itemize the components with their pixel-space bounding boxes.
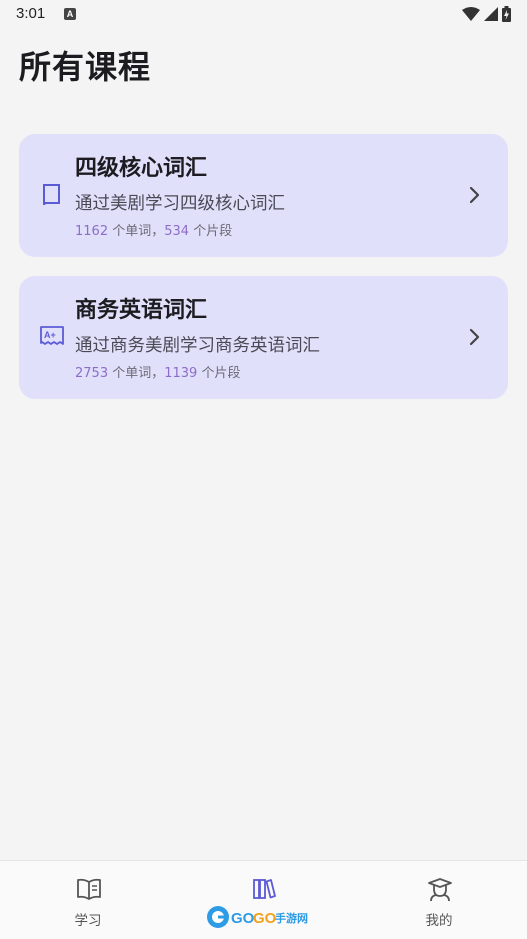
course-card-business[interactable]: A+ 商务英语词汇 通过商务美剧学习商务英语词汇 2753 个单词，1139 个… [19, 276, 508, 399]
grade-a-plus-icon: A+ [40, 326, 64, 345]
library-books-icon [253, 879, 276, 899]
chevron-right-icon [469, 186, 480, 204]
word-count: 1162 [75, 224, 109, 239]
course-stats: 2753 个单词，1139 个片段 [75, 362, 240, 381]
course-title: 商务英语词汇 [75, 298, 208, 323]
course-title: 四级核心词汇 [75, 156, 208, 181]
status-bar: 3:01 A [0, 0, 527, 28]
course-description: 通过美剧学习四级核心词汇 [75, 194, 285, 214]
svg-text:A+: A+ [44, 330, 56, 340]
word-count-suffix: 个单词， [108, 366, 165, 381]
status-icons [462, 6, 511, 22]
clip-count-suffix: 个片段 [197, 366, 241, 381]
watermark-logo: GO GO 手游网 [207, 906, 308, 928]
open-book-icon [77, 878, 101, 900]
course-description: 通过商务美剧学习商务英语词汇 [75, 336, 320, 356]
nav-label-profile: 我的 [425, 913, 453, 929]
word-count: 2753 [75, 366, 109, 381]
clip-count-suffix: 个片段 [189, 224, 233, 239]
graduate-icon [428, 878, 452, 901]
course-stats: 1162 个单词，534 个片段 [75, 220, 232, 239]
svg-text:GO: GO [231, 910, 255, 927]
nav-item-study[interactable]: 学习 [28, 861, 148, 939]
course-card-cet4[interactable]: 四级核心词汇 通过美剧学习四级核心词汇 1162 个单词，534 个片段 [19, 134, 508, 257]
battery-charging-icon [502, 6, 511, 22]
svg-text:GO: GO [253, 910, 277, 927]
nav-item-profile[interactable]: 我的 [379, 861, 499, 939]
svg-text:手游网: 手游网 [275, 911, 308, 925]
clip-count: 1139 [164, 366, 198, 381]
wifi-icon [462, 7, 480, 21]
a-notification-icon: A [64, 8, 76, 20]
status-time: 3:01 [16, 5, 46, 22]
book-icon [43, 184, 60, 206]
word-count-suffix: 个单词， [108, 224, 165, 239]
course-list: 四级核心词汇 通过美剧学习四级核心词汇 1162 个单词，534 个片段 A+ … [19, 134, 508, 418]
clip-count: 534 [164, 224, 190, 239]
nav-label-study: 学习 [74, 913, 102, 929]
signal-icon [484, 7, 498, 21]
page-title: 所有课程 [19, 48, 152, 86]
chevron-right-icon [469, 328, 480, 346]
